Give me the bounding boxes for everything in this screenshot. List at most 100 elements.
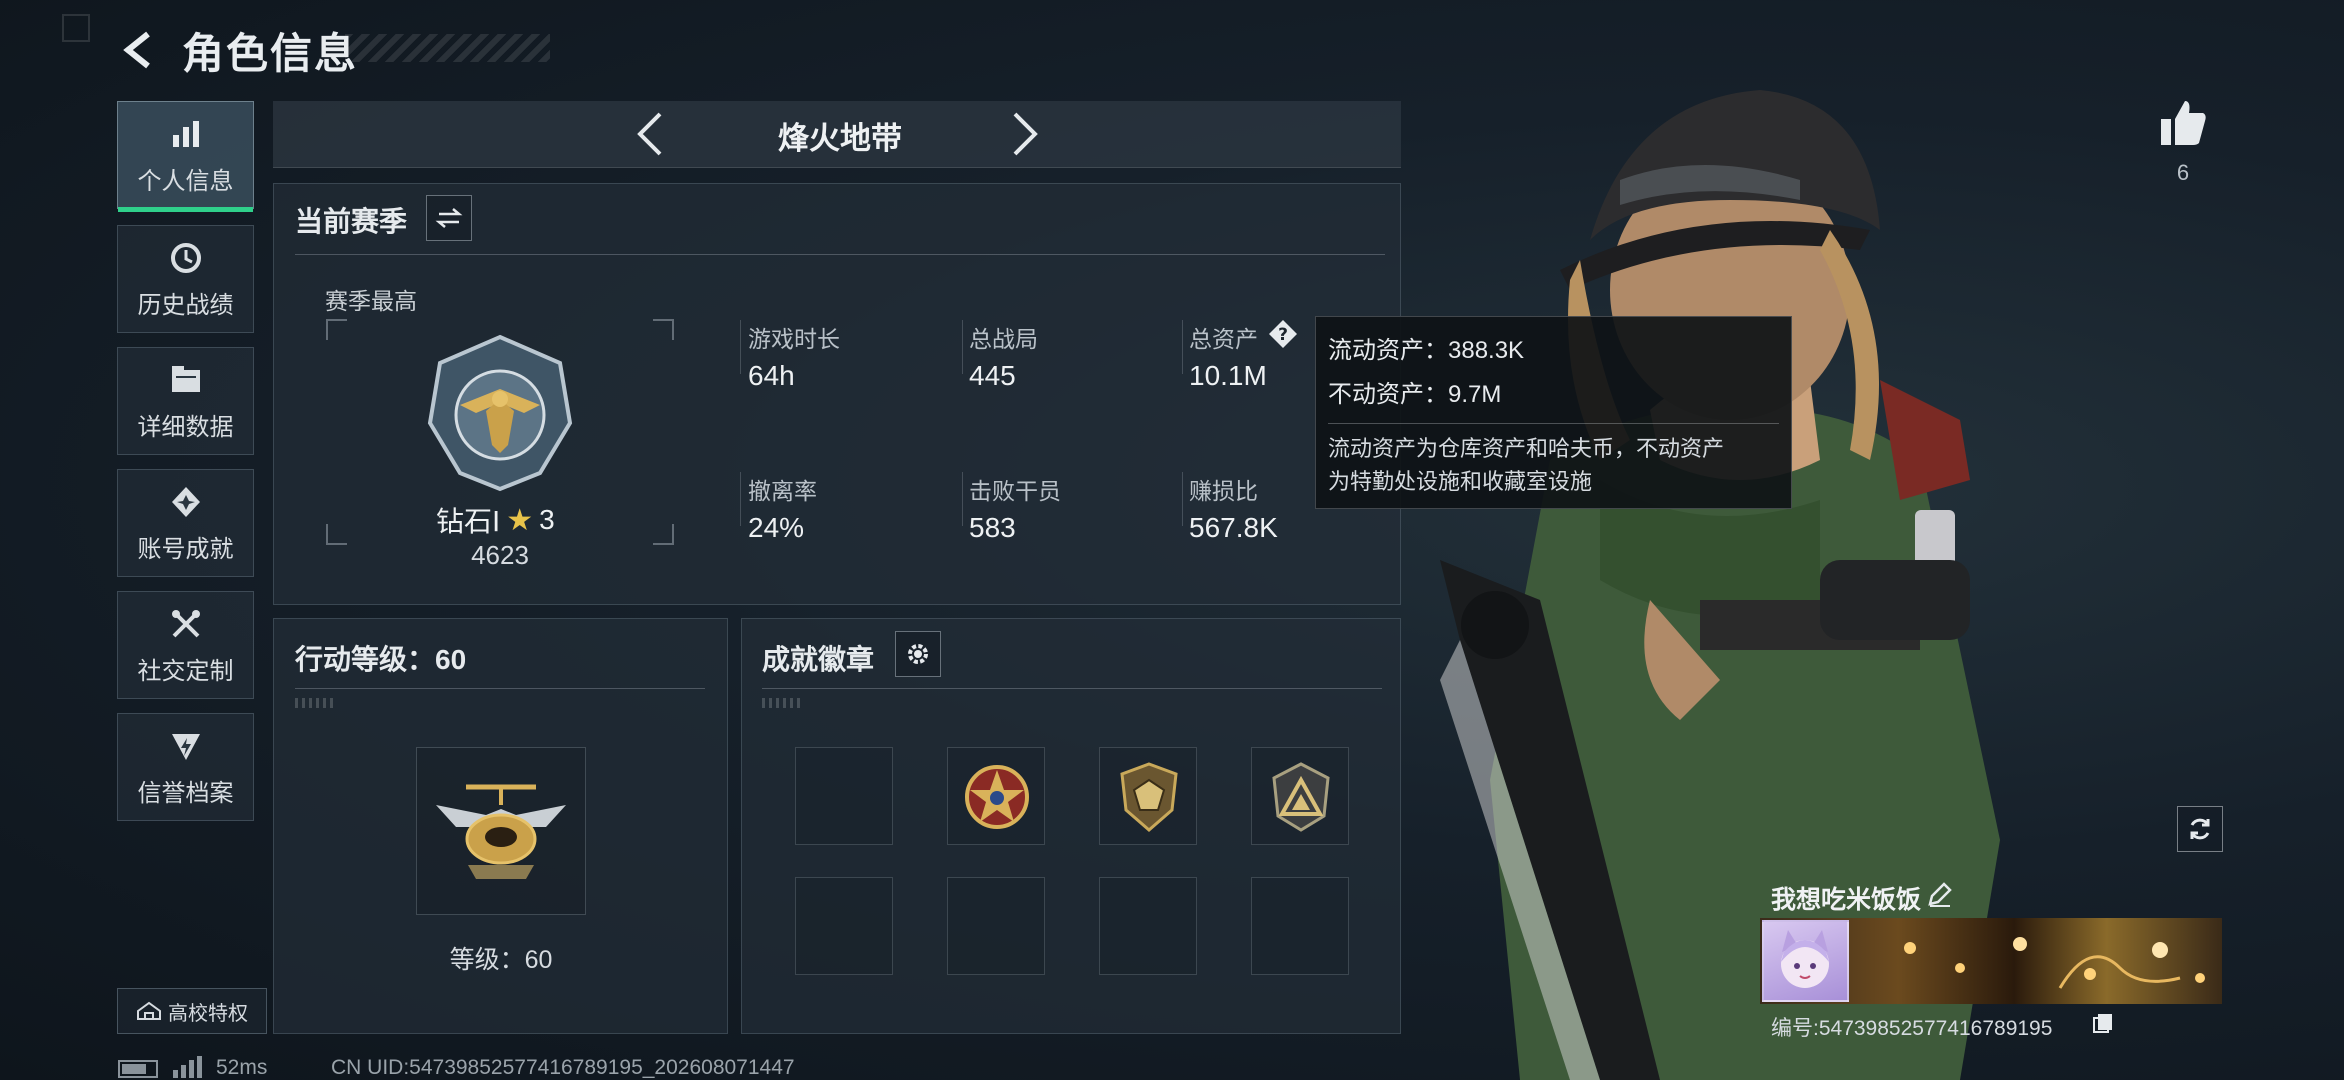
badge-slot-empty[interactable] <box>1251 877 1349 975</box>
uid-line: CN UID:547398525774167891​95_20260807144… <box>331 1056 795 1079</box>
stat-value-total-matches: 445 <box>969 360 1016 391</box>
nav-item-detailed-data[interactable]: 详细数据 <box>117 347 254 455</box>
chevron-right-icon <box>1013 112 1038 156</box>
bar-chart-icon <box>167 115 205 153</box>
tooltip-divider <box>1328 423 1779 424</box>
tooltip-desc-line1: 流动资产为仓库资产和哈夫币，不动资产 <box>1328 436 1725 461</box>
stat-label-profit-loss-ratio: 赚损比 <box>1189 478 1258 504</box>
triangle-badge-icon <box>1272 762 1330 832</box>
shield-gem-badge-icon <box>1120 762 1178 832</box>
nav-label: 社交定制 <box>137 657 234 685</box>
player-id: 编号:5473985257741678919​5 <box>1771 1017 2053 1040</box>
stat-label-play-time: 游戏时长 <box>748 326 840 352</box>
svg-text:?: ? <box>1278 325 1288 345</box>
action-level-title: 行动等级：60 <box>295 644 467 675</box>
badge-slot[interactable] <box>947 747 1045 845</box>
back-arrow-icon <box>123 31 150 69</box>
stat-label-operators-defeated: 击败干员 <box>969 478 1061 504</box>
campus-icon <box>137 1001 161 1020</box>
nav-item-social-custom[interactable]: 社交定制 <box>117 591 254 699</box>
badges-settings-button[interactable] <box>895 631 941 677</box>
stat-value-play-time: 64h <box>748 360 795 391</box>
badge-slot-empty[interactable] <box>795 877 893 975</box>
title-decoration <box>345 34 550 62</box>
map-name: 烽火地带 <box>778 121 902 156</box>
stat-separator <box>1182 472 1183 526</box>
nav-item-achievements[interactable]: 账号成就 <box>117 469 254 577</box>
divider <box>295 688 705 689</box>
season-switch-button[interactable] <box>426 195 472 241</box>
badge-slot-empty[interactable] <box>947 877 1045 975</box>
badge-slot[interactable] <box>1099 747 1197 845</box>
rank-points: 4623 <box>471 540 529 570</box>
stat-value-total-assets: 10.1M <box>1189 360 1267 391</box>
badge-slot-empty[interactable] <box>795 747 893 845</box>
page-title: 角色信息 <box>182 30 359 77</box>
tools-icon <box>167 605 205 643</box>
stat-separator <box>962 472 963 526</box>
thumbs-up-icon <box>2161 101 2206 145</box>
decoration <box>295 698 335 708</box>
campus-label: 高校特权 <box>168 1002 248 1025</box>
map-prev-button[interactable] <box>630 108 670 160</box>
stat-separator <box>740 472 741 526</box>
player-name: 我想吃米饭饭 <box>1771 886 1922 914</box>
swap-icon <box>435 208 463 228</box>
assets-tooltip: 流动资产：388.3K 不动资产：9.7M 流动资产为仓库资产和哈夫币，不动资产… <box>1315 316 1792 509</box>
season-title: 当前赛季 <box>295 206 408 237</box>
tooltip-desc-line2: 为特勤处设施和收藏室设施 <box>1328 469 1593 494</box>
help-icon[interactable]: ? <box>1268 319 1298 349</box>
stat-value-operators-defeated: 583 <box>969 512 1016 543</box>
history-clock-icon <box>167 239 205 277</box>
tooltip-liquid-assets: 流动资产：388.3K <box>1328 337 1525 364</box>
nav-item-credit-record[interactable]: 信誉档案 <box>117 713 254 821</box>
refresh-button[interactable] <box>2177 806 2223 852</box>
diamond-rank-emblem-icon <box>427 334 573 492</box>
avatar[interactable] <box>1762 920 1849 1002</box>
ping-value: 52ms <box>216 1056 268 1079</box>
tooltip-fixed-assets: 不动资产：9.7M <box>1328 381 1502 408</box>
rank-name-row: 钻石Ⅰ ★ 3 <box>436 500 576 540</box>
nav-label: 账号成就 <box>137 535 234 563</box>
stat-label-extract-rate: 撤离率 <box>748 478 817 504</box>
corner-frame <box>62 14 90 42</box>
rank-name: 钻石Ⅰ <box>436 506 501 537</box>
shield-bolt-icon <box>167 727 205 765</box>
pencil-icon <box>1928 882 1952 907</box>
divider <box>295 254 1385 255</box>
badge-slot[interactable] <box>1251 747 1349 845</box>
stat-value-profit-loss-ratio: 567.8K <box>1189 512 1278 543</box>
badge-slot-empty[interactable] <box>1099 877 1197 975</box>
nav-label: 个人信息 <box>137 167 234 195</box>
stat-separator <box>740 320 741 374</box>
copy-id-button[interactable] <box>2092 1012 2116 1036</box>
stat-value-extract-rate: 24% <box>748 512 805 543</box>
stat-separator <box>962 320 963 374</box>
back-button[interactable] <box>112 24 168 76</box>
season-best-label: 赛季最高 <box>325 288 417 314</box>
nav-item-personal-info[interactable]: 个人信息 <box>117 101 254 212</box>
stat-label-total-assets: 总资产 <box>1189 326 1258 352</box>
stat-label-total-matches: 总战局 <box>969 326 1038 352</box>
refresh-icon <box>2190 818 2210 840</box>
decoration <box>762 698 802 708</box>
nav-label: 详细数据 <box>137 413 234 441</box>
like-button[interactable] <box>2155 95 2211 151</box>
level-text: 等级：60 <box>449 946 553 974</box>
nav-label: 信誉档案 <box>137 779 234 807</box>
nav-item-history[interactable]: 历史战绩 <box>117 225 254 333</box>
nav-label: 历史战绩 <box>137 291 234 319</box>
chevron-left-icon <box>637 112 662 156</box>
achievement-icon <box>167 483 205 521</box>
campus-privilege-button[interactable]: 高校特权 <box>117 988 267 1034</box>
divider <box>762 688 1382 689</box>
like-count: 6 <box>2176 160 2190 185</box>
signal-icon <box>173 1056 202 1078</box>
edit-name-button[interactable] <box>1926 880 1956 910</box>
copy-icon <box>2093 1014 2112 1033</box>
rank-stars: 3 <box>539 504 555 535</box>
avatar-image <box>1781 930 1829 988</box>
map-next-button[interactable] <box>1005 108 1045 160</box>
gear-icon <box>908 644 928 664</box>
folder-icon <box>167 361 205 399</box>
